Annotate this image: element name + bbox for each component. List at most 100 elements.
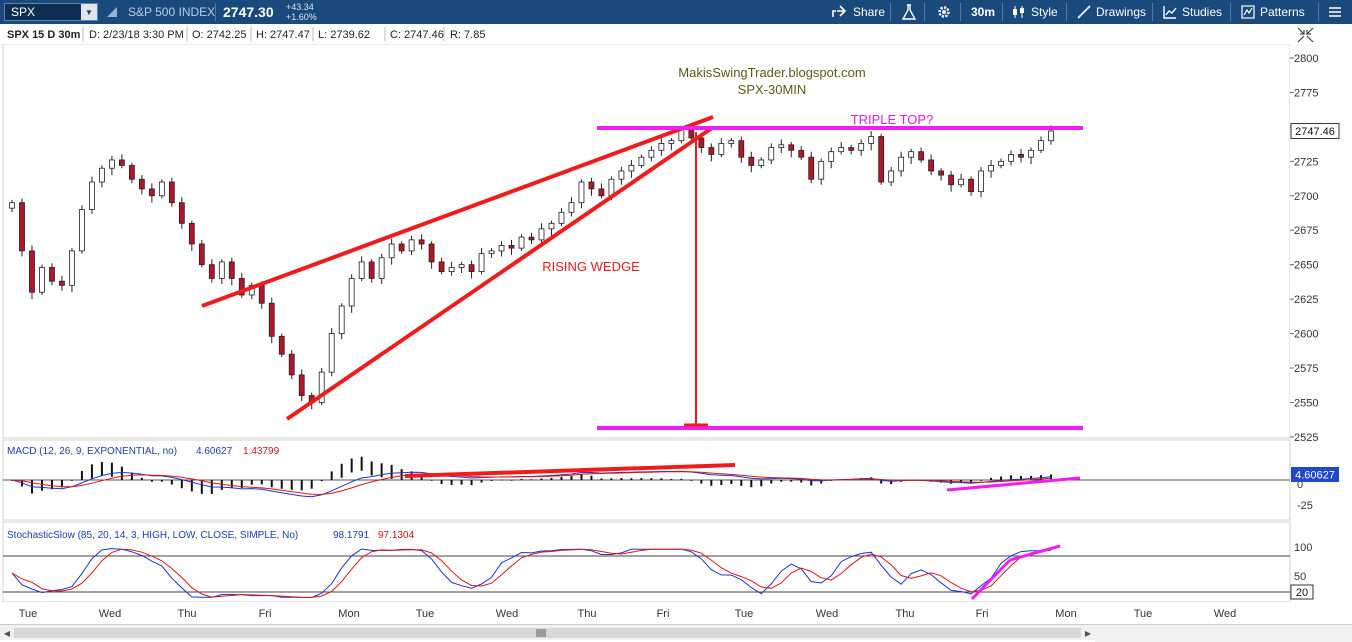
macd-histogram-bar — [610, 478, 613, 480]
candle-body — [49, 267, 55, 282]
stoch-header: StochasticSlow (85, 20, 14, 3, HIGH, LOW… — [7, 530, 298, 541]
candle-body — [19, 202, 25, 252]
candle-body — [488, 250, 495, 255]
macd-signal-value: 1.43799 — [243, 446, 280, 457]
chart-canvas[interactable]: SPX 15 D 30m D: 2/23/18 3:30 PM O: 2742.… — [0, 24, 1352, 624]
macd-histogram-bar — [90, 464, 93, 479]
candle-body — [168, 181, 175, 204]
pencil-line-icon — [1077, 5, 1091, 19]
macd-histogram-bar — [990, 477, 993, 480]
price-tick-label: 2675 — [1294, 225, 1318, 237]
candle-body — [288, 353, 295, 376]
zoom-bar[interactable] — [1095, 624, 1352, 642]
candle-body — [948, 174, 954, 186]
drawings-label: Drawings — [1096, 5, 1147, 19]
macd-histogram-bar — [600, 478, 603, 480]
time-axis-label: Mon — [338, 608, 359, 620]
last-price: 2747.30 — [223, 4, 274, 20]
candle-body — [568, 202, 575, 213]
time-axis-label: Wed — [496, 608, 518, 620]
candle-body — [1048, 130, 1054, 142]
macd-histogram-bar — [570, 476, 573, 480]
symbol-input[interactable]: SPX ▼ — [4, 3, 98, 21]
share-button[interactable]: Share — [832, 0, 885, 24]
candle-body — [918, 151, 925, 161]
macd-histogram-bar — [270, 480, 273, 488]
macd-histogram-bar — [350, 458, 353, 473]
time-axis-label: Tue — [19, 608, 38, 620]
candle-body — [978, 170, 984, 193]
time-axis-label: Tue — [416, 608, 435, 620]
macd-histogram-bar — [170, 480, 173, 485]
flask-button[interactable] — [902, 0, 916, 24]
candle-body — [548, 222, 555, 230]
info-open: O: 2742.25 — [192, 29, 246, 41]
scroll-right-icon[interactable]: ▶ — [1082, 626, 1094, 640]
macd-value: 4.60627 — [196, 446, 233, 457]
style-button[interactable]: Style — [1012, 0, 1058, 24]
macd-histogram-bar — [180, 480, 183, 489]
candle-body — [878, 136, 885, 183]
collapse-icon[interactable] — [1297, 27, 1314, 43]
macd-histogram-bar — [700, 480, 703, 484]
macd-histogram-bar — [650, 478, 653, 480]
price-tick-label: 2650 — [1294, 260, 1318, 272]
candle-body — [418, 239, 425, 245]
candle-body — [358, 261, 365, 279]
settings-button[interactable] — [936, 0, 952, 24]
candle-body — [148, 188, 155, 197]
macd-histogram-bar — [710, 480, 713, 486]
time-axis-label: Mon — [1055, 608, 1076, 620]
macd-histogram-bar — [800, 480, 803, 483]
share-icon — [832, 5, 847, 17]
candle-body — [638, 156, 645, 166]
candle-body — [818, 160, 825, 180]
candle-body — [788, 144, 795, 151]
studies-icon — [1163, 6, 1177, 19]
macd-histogram-bar — [330, 471, 333, 480]
macd-histogram-bar — [520, 478, 523, 480]
scroll-thumb[interactable] — [536, 629, 546, 637]
candle-body — [858, 143, 865, 151]
watermark-site: MakisSwingTrader.blogspot.com — [678, 65, 865, 80]
macd-histogram-bar — [590, 475, 593, 480]
macd-last-label: 4.60627 — [1295, 470, 1335, 482]
studies-button[interactable]: Studies — [1163, 0, 1222, 24]
candle-body — [558, 211, 565, 224]
candle-body — [178, 202, 185, 224]
candle-body — [928, 159, 935, 172]
time-axis-label: Wed — [1214, 608, 1236, 620]
timeframe-button[interactable]: 30m — [971, 0, 995, 24]
candle-body — [598, 188, 605, 197]
candle-body — [868, 136, 875, 144]
macd-histogram-bar — [260, 480, 263, 485]
time-axis-label: Tue — [1134, 608, 1153, 620]
horizontal-scrollbar[interactable]: ◀ ▶ — [0, 624, 1095, 640]
symbol-text[interactable]: SPX — [5, 5, 81, 19]
scroll-left-icon[interactable]: ◀ — [1, 626, 13, 640]
macd-histogram-bar — [790, 480, 793, 482]
candle-body — [468, 264, 475, 272]
macd-histogram-bar — [530, 479, 533, 481]
macd-histogram-bar — [320, 480, 323, 482]
macd-histogram-bar — [540, 478, 543, 480]
scroll-track[interactable] — [14, 628, 1081, 638]
info-range: R: 7.85 — [450, 29, 485, 41]
macd-histogram-bar — [110, 462, 113, 477]
stoch-axis-50: 50 — [1294, 571, 1306, 583]
drawings-button[interactable]: Drawings — [1077, 0, 1146, 24]
macd-histogram-bar — [300, 480, 303, 491]
symbol-dropdown-icon[interactable]: ▼ — [81, 4, 97, 20]
candle-body — [338, 305, 345, 334]
candle-body — [838, 147, 845, 153]
price-axis[interactable] — [1290, 44, 1352, 438]
macd-histogram-bar — [470, 480, 473, 486]
macd-header: MACD (12, 26, 9, EXPONENTIAL, no) — [7, 446, 177, 457]
macd-histogram-bar — [510, 479, 513, 481]
candle-body — [268, 302, 275, 337]
more-menu-button[interactable] — [1328, 0, 1342, 24]
stoch-k-value: 98.1791 — [333, 530, 370, 541]
patterns-button[interactable]: Patterns — [1241, 0, 1305, 24]
price-change-pct: +1.60% — [286, 12, 317, 22]
last-price-tag: 2747.46 — [1290, 123, 1340, 140]
